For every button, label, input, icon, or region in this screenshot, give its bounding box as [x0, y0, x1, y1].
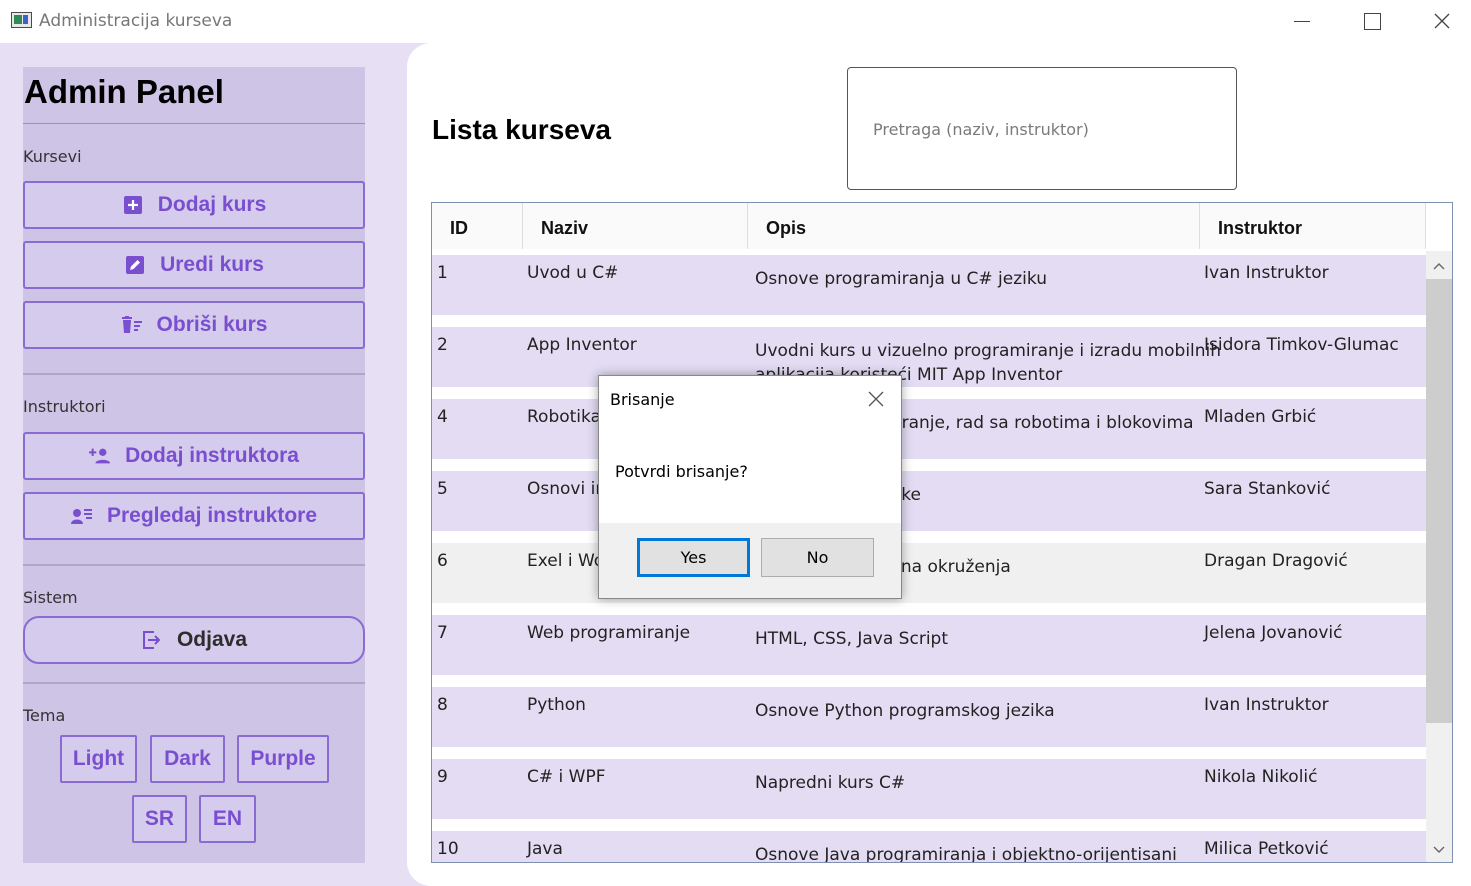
add-box-icon	[122, 194, 144, 216]
no-button[interactable]: No	[761, 538, 874, 577]
table-row[interactable]: 9 C# i WPF Napredni kurs C# Nikola Nikolić	[432, 753, 1426, 819]
cell-name: App Inventor	[527, 335, 637, 355]
cell-instructor: Sara Stanković	[1204, 479, 1331, 499]
language-en-button[interactable]: EN	[199, 795, 256, 843]
logout-button[interactable]: Odjava	[23, 616, 365, 664]
dialog-title: Brisanje	[610, 390, 675, 409]
cell-name: Web programiranje	[527, 623, 691, 643]
sidebar: Admin Panel Kursevi Dodaj kurs Uredi kur…	[23, 67, 365, 863]
delete-course-button[interactable]: Obriši kurs	[23, 301, 365, 349]
cell-name: Uvod u C#	[527, 263, 619, 283]
add-course-label: Dodaj kurs	[157, 193, 267, 216]
table-row[interactable]: 10 Java Osnove Java programiranja i objekt…	[432, 825, 1426, 863]
edit-course-button[interactable]: Uredi kurs	[23, 241, 365, 289]
cell-id: 9	[437, 767, 448, 787]
confirm-delete-dialog: Brisanje Potvrdi brisanje? Yes No	[598, 375, 902, 599]
logout-label: Odjava	[176, 628, 248, 651]
cell-instructor: Ivan Instruktor	[1204, 263, 1329, 283]
add-course-button[interactable]: Dodaj kurs	[23, 181, 365, 229]
delete-sweep-icon	[121, 314, 143, 336]
table-row[interactable]: 2 App Inventor Uvodni kurs u vizuelno prog…	[432, 321, 1426, 387]
cell-name: Python	[527, 695, 586, 715]
divider	[23, 564, 365, 566]
cell-description: Osnove Python programskog jezika	[755, 701, 1055, 721]
cell-description: HTML, CSS, Java Script	[755, 629, 948, 649]
table-row[interactable]: 7 Web programiranje HTML, CSS, Java Script…	[432, 609, 1426, 675]
minimize-button[interactable]	[1279, 4, 1325, 38]
edit-course-label: Uredi kurs	[160, 253, 264, 276]
section-label-instructors: Instruktori	[23, 397, 106, 416]
title-bar: Administracija kurseva	[0, 0, 1471, 43]
table-row[interactable]: 4 Robotika Osnove programiranje, rad sa ro…	[432, 393, 1426, 459]
add-instructor-button[interactable]: Dodaj instruktora	[23, 432, 365, 480]
language-sr-button[interactable]: SR	[132, 795, 187, 843]
table-row[interactable]: 5Osnovi informatikeOsnove informatikeSar…	[432, 465, 1426, 531]
section-label-courses: Kursevi	[23, 147, 82, 166]
theme-dark-button[interactable]: Dark	[150, 735, 225, 783]
column-header-instructor[interactable]: Instruktor	[1200, 203, 1426, 251]
logout-icon	[141, 629, 163, 651]
cell-instructor: Jelena Jovanović	[1204, 623, 1343, 643]
add-instructor-label: Dodaj instruktora	[125, 444, 299, 467]
close-window-button[interactable]	[1419, 4, 1465, 38]
close-icon	[1434, 13, 1450, 29]
cell-id: 5	[437, 479, 448, 499]
cell-name: Robotika	[527, 407, 601, 427]
scrollbar-thumb[interactable]	[1426, 279, 1452, 723]
cell-id: 2	[437, 335, 448, 355]
column-header-name[interactable]: Naziv	[523, 203, 748, 251]
dialog-message: Potvrdi brisanje?	[615, 462, 748, 481]
scroll-down-icon[interactable]	[1432, 843, 1446, 857]
cell-description: Osnove Java programiranja i objektno-ori…	[755, 845, 1177, 863]
divider	[23, 373, 365, 375]
page-title: Lista kurseva	[432, 114, 611, 145]
view-instructors-button[interactable]: Pregledaj instruktore	[23, 492, 365, 540]
scroll-up-icon[interactable]	[1432, 259, 1446, 273]
cell-name: C# i WPF	[527, 767, 606, 787]
cell-description: Osnove programiranja u C# jeziku	[755, 269, 1047, 289]
cell-id: 4	[437, 407, 448, 427]
close-icon[interactable]	[867, 390, 885, 408]
cell-name: Java	[527, 839, 563, 859]
sidebar-title: Admin Panel	[24, 73, 224, 110]
cell-description: Uvodni kurs u vizuelno programiranje i i…	[755, 341, 1222, 361]
cell-instructor: Isidora Timkov-Glumac	[1204, 335, 1399, 355]
column-header-description[interactable]: Opis	[748, 203, 1200, 251]
cell-description: Napredni kurs C#	[755, 773, 906, 793]
cell-instructor: Dragan Dragović	[1204, 551, 1348, 571]
delete-course-label: Obriši kurs	[156, 313, 268, 336]
cell-id: 7	[437, 623, 448, 643]
window-title: Administracija kurseva	[39, 11, 233, 31]
divider	[23, 682, 365, 684]
courses-table: ID Naziv Opis Instruktor 1 Uvod u C# Osnov…	[431, 202, 1453, 863]
table-row[interactable]: 1 Uvod u C# Osnove programiranja u C# jezi…	[432, 249, 1426, 315]
table-header: ID Naziv Opis Instruktor	[432, 203, 1426, 251]
person-add-icon	[89, 445, 111, 467]
search-input[interactable]: Pretraga (naziv, instruktor)	[847, 67, 1237, 190]
theme-light-button[interactable]: Light	[60, 735, 137, 783]
cell-instructor: Nikola Nikolić	[1204, 767, 1318, 787]
app-icon	[11, 12, 32, 28]
table-row[interactable]: 8 Python Osnove Python programskog jezika I…	[432, 681, 1426, 747]
view-instructors-label: Pregledaj instruktore	[106, 504, 318, 527]
table-row[interactable]: 6Exel i WordKancelarijska radna okruženj…	[432, 537, 1426, 603]
cell-instructor: Ivan Instruktor	[1204, 695, 1329, 715]
cell-id: 10	[437, 839, 459, 859]
dialog-content: Brisanje Potvrdi brisanje?	[599, 376, 901, 523]
divider	[23, 123, 365, 124]
cell-instructor: Mladen Grbić	[1204, 407, 1317, 427]
column-header-id[interactable]: ID	[432, 203, 523, 251]
section-label-theme: Tema	[23, 706, 66, 725]
person-list-icon	[70, 505, 93, 527]
maximize-button[interactable]	[1349, 4, 1395, 38]
cell-id: 6	[437, 551, 448, 571]
cell-instructor: Milica Petković	[1204, 839, 1329, 859]
edit-icon	[124, 254, 146, 276]
cell-id: 8	[437, 695, 448, 715]
vertical-scrollbar[interactable]	[1426, 251, 1452, 862]
section-label-system: Sistem	[23, 588, 78, 607]
theme-purple-button[interactable]: Purple	[237, 735, 329, 783]
cell-id: 1	[437, 263, 448, 283]
yes-button[interactable]: Yes	[637, 538, 750, 577]
